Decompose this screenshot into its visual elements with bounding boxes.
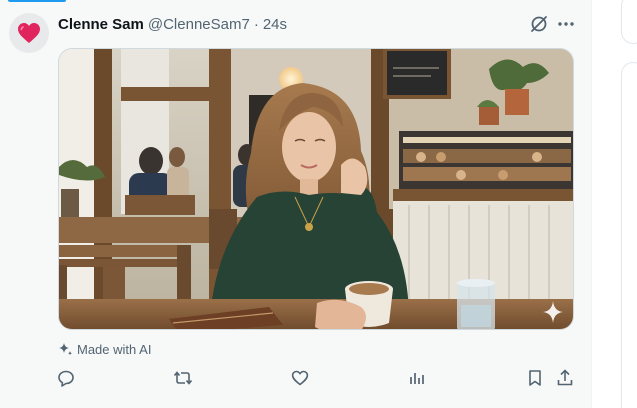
ai-label-text: Made with AI bbox=[77, 341, 152, 357]
heart-emoji-icon bbox=[18, 23, 40, 43]
heart-outline-icon[interactable] bbox=[290, 368, 310, 388]
author-handle[interactable]: @ClenneSam7 bbox=[148, 16, 250, 33]
tweet-header: Clenne Sam @ClenneSam7 · 24s bbox=[58, 14, 287, 34]
share-icon[interactable] bbox=[555, 368, 575, 388]
selected-tab-indicator bbox=[8, 0, 66, 2]
timestamp[interactable]: 24s bbox=[263, 16, 287, 33]
sidebar-card-2 bbox=[621, 62, 637, 408]
views-chart-icon[interactable] bbox=[407, 368, 427, 388]
menu-board bbox=[383, 49, 451, 99]
retweet-icon[interactable] bbox=[173, 368, 193, 388]
tweet-actions bbox=[0, 368, 592, 392]
grok-slash-icon[interactable] bbox=[529, 14, 549, 34]
avatar[interactable] bbox=[9, 13, 49, 53]
author-name[interactable]: Clenne Sam bbox=[58, 16, 144, 33]
made-with-ai-label[interactable]: Made with AI bbox=[58, 340, 151, 358]
separator-dot: · bbox=[253, 15, 259, 33]
sparkle-icon bbox=[59, 342, 72, 355]
reply-icon[interactable] bbox=[56, 368, 76, 388]
water-glass bbox=[457, 279, 495, 329]
sidebar-card bbox=[621, 0, 637, 44]
tweet-photo[interactable] bbox=[58, 48, 574, 330]
bookmark-icon[interactable] bbox=[525, 368, 545, 388]
more-horizontal-icon[interactable] bbox=[556, 14, 576, 34]
